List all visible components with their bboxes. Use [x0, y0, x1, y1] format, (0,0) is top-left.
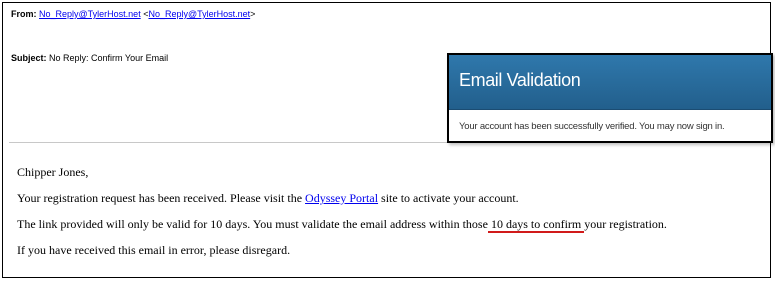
email-body-line-validity: The link provided will only be valid for… — [17, 217, 667, 233]
email-validation-dialog: Email Validation Your account has been s… — [447, 53, 773, 143]
dialog-title-bar: Email Validation — [449, 55, 771, 110]
from-address-link[interactable]: No_Reply@TylerHost.net — [39, 9, 141, 19]
email-body-line-registration: Your registration request has been recei… — [17, 191, 519, 206]
validity-text: The link provided will only be valid for… — [17, 217, 488, 231]
from-label: From: — [11, 9, 37, 19]
odyssey-portal-link[interactable]: Odyssey Portal — [305, 191, 378, 205]
from-address-bracket-link[interactable]: No_Reply@TylerHost.net — [148, 9, 250, 19]
dialog-title: Email Validation — [459, 70, 581, 90]
highlighted-confirm-text: 10 days to confirm — [487, 217, 585, 233]
registration-text-end: site to activate your account. — [378, 191, 519, 205]
header-divider — [9, 142, 449, 143]
registration-text: Your registration request has been recei… — [17, 191, 306, 205]
validity-text-end: your registration. — [584, 217, 667, 231]
email-subject-row: Subject: No Reply: Confirm Your Email — [11, 53, 168, 63]
email-greeting: Chipper Jones, — [17, 165, 89, 179]
email-from-row: From: No_Reply@TylerHost.net <No_Reply@T… — [11, 9, 256, 19]
subject-label: Subject: — [11, 53, 47, 63]
email-body-line-disregard: If you have received this email in error… — [17, 243, 291, 257]
subject-text: No Reply: Confirm Your Email — [49, 53, 169, 63]
dialog-message: Your account has been successfully verif… — [459, 121, 725, 132]
